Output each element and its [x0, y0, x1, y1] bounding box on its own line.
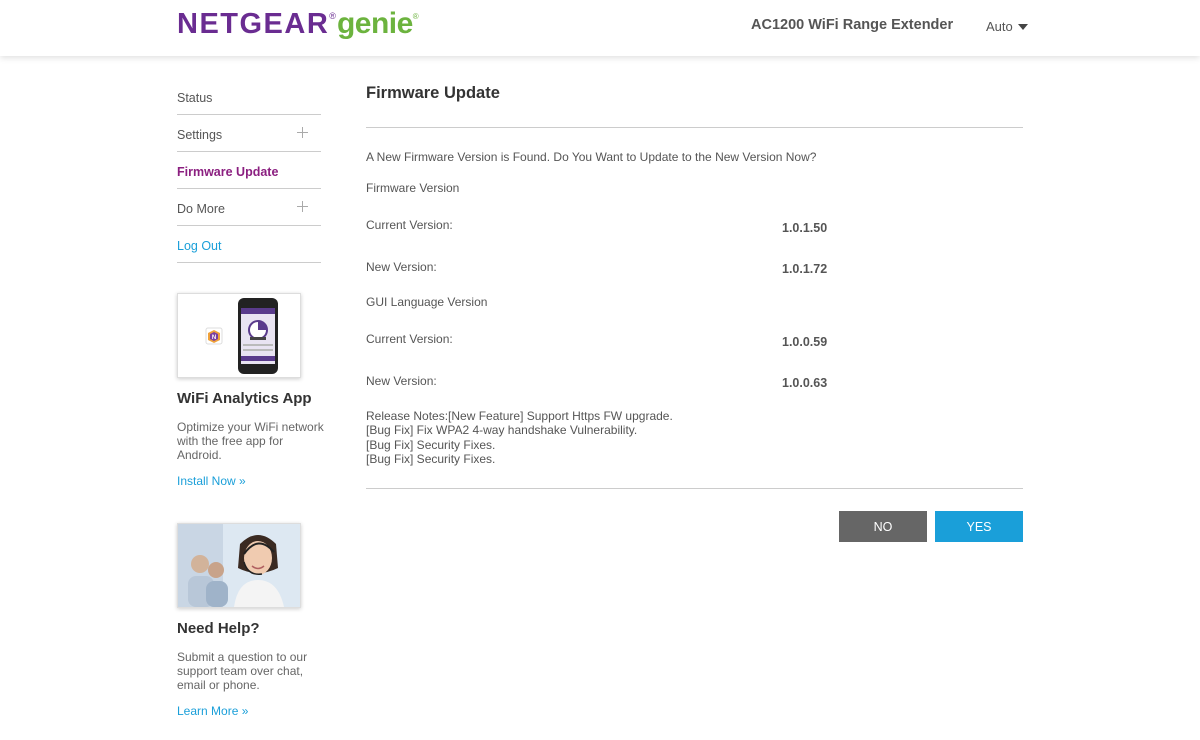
logo-genie-registered-mark: ® — [412, 12, 419, 21]
support-agent-image[interactable] — [177, 523, 301, 608]
logo-netgear-text: NETGEAR — [177, 8, 330, 40]
sidebar-item-status[interactable]: Status — [177, 78, 321, 115]
caret-down-icon — [1017, 24, 1028, 30]
sidebar-item-log-out[interactable]: Log Out — [177, 226, 321, 263]
need-help-text: Submit a question to our support team ov… — [177, 650, 308, 692]
logo-registered-mark: ® — [329, 11, 336, 21]
gui-current-label: Current Version: — [366, 332, 453, 346]
page-title: Firmware Update — [366, 84, 500, 102]
update-prompt-text: A New Firmware Version is Found. Do You … — [366, 150, 817, 164]
release-note-line: Release Notes:[New Feature] Support Http… — [366, 409, 673, 423]
content-divider — [366, 488, 1023, 489]
title-divider — [366, 127, 1023, 128]
sidebar-item-firmware-update[interactable]: Firmware Update — [177, 152, 321, 189]
gui-new-label: New Version: — [366, 374, 437, 388]
sidebar-nav: Status Settings Firmware Update Do More … — [177, 78, 321, 263]
svg-text:N: N — [212, 335, 216, 341]
need-help-title: Need Help? — [177, 620, 260, 637]
gui-language-version-heading: GUI Language Version — [366, 295, 488, 309]
support-agent-illustration-icon — [178, 524, 300, 607]
release-note-line: [Bug Fix] Security Fixes. — [366, 437, 496, 452]
firmware-new-value: 1.0.1.72 — [782, 262, 828, 276]
logo-genie-text: genie — [336, 7, 413, 40]
install-now-link[interactable]: Install Now » — [177, 474, 246, 488]
firmware-new-label: New Version: — [366, 260, 437, 274]
gui-new-value: 1.0.0.63 — [782, 376, 828, 390]
language-value: Auto — [986, 19, 1013, 34]
plus-icon[interactable] — [297, 127, 308, 138]
sidebar-item-label: Firmware Update — [177, 165, 279, 179]
product-name: AC1200 WiFi Range Extender — [751, 17, 954, 33]
sidebar-item-label: Settings — [177, 128, 223, 142]
sidebar-item-label: Do More — [177, 202, 225, 216]
sidebar-item-do-more[interactable]: Do More — [177, 189, 321, 226]
firmware-version-heading: Firmware Version — [366, 181, 460, 195]
top-header: NETGEAR®genie® AC1200 WiFi Range Extende… — [0, 0, 1200, 56]
learn-more-link[interactable]: Learn More » — [177, 704, 248, 718]
phone-illustration-icon: N — [178, 294, 300, 377]
sidebar-item-settings[interactable]: Settings — [177, 115, 321, 152]
no-button[interactable]: NO — [839, 511, 927, 542]
firmware-current-value: 1.0.1.50 — [782, 221, 828, 235]
release-note-line: [Bug Fix] Security Fixes. — [366, 451, 496, 466]
netgear-genie-logo[interactable]: NETGEAR®genie® — [177, 7, 419, 43]
release-notes: Release Notes:[New Feature] Support Http… — [366, 409, 673, 466]
wifi-analytics-app-title: WiFi Analytics App — [177, 390, 312, 407]
gui-current-value: 1.0.0.59 — [782, 335, 828, 349]
wifi-analytics-app-image[interactable]: N — [177, 293, 301, 378]
sidebar-item-label: Log Out — [177, 239, 222, 253]
yes-button[interactable]: YES — [935, 511, 1023, 542]
release-note-line: [Bug Fix] Fix WPA2 4-way handshake Vulne… — [366, 423, 638, 438]
wifi-analytics-app-text: Optimize your WiFi network with the free… — [177, 420, 324, 462]
firmware-current-label: Current Version: — [366, 218, 453, 232]
sidebar-item-label: Status — [177, 91, 213, 105]
language-select[interactable]: Auto — [986, 19, 1028, 34]
plus-icon[interactable] — [297, 201, 308, 212]
